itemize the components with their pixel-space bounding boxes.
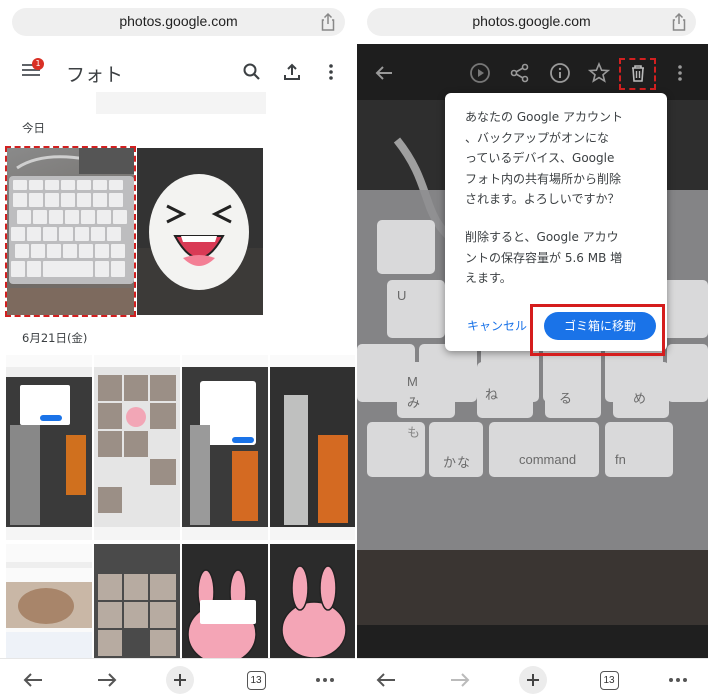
photo-keyboard[interactable] <box>7 148 134 315</box>
new-tab-button[interactable] <box>165 665 195 695</box>
dialog-message: あなたの Google アカウント 、バックアップがオンにな っているデバイス、… <box>465 107 653 210</box>
dialog-message-line: 、バックアップがオンにな <box>465 130 610 145</box>
more-vert-icon[interactable] <box>669 62 691 84</box>
forward-arrow-icon[interactable] <box>445 665 475 695</box>
forward-arrow-icon[interactable] <box>92 665 122 695</box>
back-arrow-icon[interactable] <box>373 62 395 84</box>
search-icon[interactable] <box>242 62 262 82</box>
key-m: M み <box>397 362 455 418</box>
browser-address-bar: photos.google.com <box>0 0 355 44</box>
back-arrow-icon[interactable] <box>371 665 401 695</box>
app-title: フォト <box>66 64 124 86</box>
thumb-6[interactable] <box>94 544 180 659</box>
dialog-note: 削除すると、Google アカウ ントの保存容量が 5.6 MB 増 えます。 <box>465 227 653 289</box>
photo-mascot[interactable] <box>137 148 263 315</box>
back-arrow-icon[interactable] <box>18 665 48 695</box>
tabs-button[interactable]: 13 <box>241 665 271 695</box>
tabs-button[interactable]: 13 <box>594 665 624 695</box>
key-mo: も <box>367 422 425 477</box>
share-icon[interactable] <box>509 62 531 84</box>
more-vert-icon[interactable] <box>321 62 341 82</box>
key-label-ne: ね <box>485 387 499 402</box>
browser-toolbar: 13 <box>357 658 708 700</box>
key-command: command <box>489 422 599 477</box>
left-screenshot: photos.google.com 1 フォト 今日 6月21日(金) 13 <box>0 0 355 700</box>
dialog-message-line: っているデバイス、Google <box>465 151 615 165</box>
url-field[interactable]: photos.google.com <box>12 8 345 36</box>
more-icon[interactable] <box>663 665 693 695</box>
key-ne: ね <box>477 362 533 418</box>
tab-count: 13 <box>246 670 266 690</box>
browser-address-bar: photos.google.com <box>357 0 708 44</box>
share-icon[interactable] <box>319 12 337 32</box>
key-ru: る <box>545 362 601 418</box>
key-fn: fn <box>605 422 673 477</box>
url-field[interactable]: photos.google.com <box>367 8 696 36</box>
play-icon[interactable] <box>469 62 491 84</box>
browser-toolbar: 13 <box>0 658 355 700</box>
thumb-2[interactable] <box>94 355 180 540</box>
thumb-1[interactable] <box>6 355 92 540</box>
info-icon[interactable] <box>549 62 571 84</box>
thumb-7[interactable] <box>182 544 268 659</box>
thumb-5[interactable] <box>6 544 92 659</box>
key-label-mi: み <box>407 395 421 410</box>
dialog-message-line: あなたの Google アカウント <box>465 110 623 124</box>
more-icon[interactable] <box>310 665 340 695</box>
key-me: め <box>613 362 669 418</box>
url-text: photos.google.com <box>472 13 591 29</box>
url-text: photos.google.com <box>119 13 238 29</box>
thumb-3[interactable] <box>182 355 268 540</box>
key <box>667 344 708 402</box>
plus-icon <box>519 666 547 694</box>
section-label-date: 6月21日(金) <box>22 331 88 345</box>
dialog-note-line: えます。 <box>465 271 512 285</box>
cancel-button[interactable]: キャンセル <box>467 317 527 334</box>
right-screenshot: photos.google.com U M み ね る め か な comman… <box>357 0 708 700</box>
key-label-na: な <box>457 455 471 470</box>
trash-icon[interactable] <box>627 62 649 84</box>
viewer-toolbar <box>357 44 708 100</box>
photos-header: 1 フォト <box>0 50 355 94</box>
key-label-ka: か <box>443 455 457 470</box>
key-label-ru: る <box>559 391 573 406</box>
dialog-note-line: 削除すると、Google アカウ <box>465 230 619 244</box>
key-u: U <box>387 280 445 338</box>
dialog-message-line: フォト内の共有場所から削除 <box>465 171 622 186</box>
new-tab-button[interactable] <box>518 665 548 695</box>
plus-icon <box>166 666 194 694</box>
key-label-fn: fn <box>615 452 626 467</box>
notification-badge: 1 <box>32 58 44 70</box>
key-label-me: め <box>633 391 647 406</box>
tab-count: 13 <box>599 670 619 690</box>
share-icon[interactable] <box>670 12 688 32</box>
thumb-8[interactable] <box>270 544 355 659</box>
thumb-4[interactable] <box>270 355 355 540</box>
blurred-banner <box>96 92 266 114</box>
section-label-today: 今日 <box>22 121 45 135</box>
key-label-command: command <box>519 452 577 467</box>
key-label-m: M <box>407 374 418 389</box>
delete-confirm-dialog: あなたの Google アカウント 、バックアップがオンにな っているデバイス、… <box>445 93 667 351</box>
star-icon[interactable] <box>588 62 610 84</box>
dialog-message-line: されます。よろしいですか？ <box>465 192 620 206</box>
key <box>377 220 435 274</box>
key-kana: か な <box>429 422 483 477</box>
key-label-u: U <box>397 288 407 303</box>
move-to-trash-button[interactable]: ゴミ箱に移動 <box>544 312 656 340</box>
upload-icon[interactable] <box>282 62 302 82</box>
key-label-mo: も <box>407 425 421 440</box>
dialog-note-line: ントの保存容量が 5.6 MB 増 <box>465 250 623 265</box>
